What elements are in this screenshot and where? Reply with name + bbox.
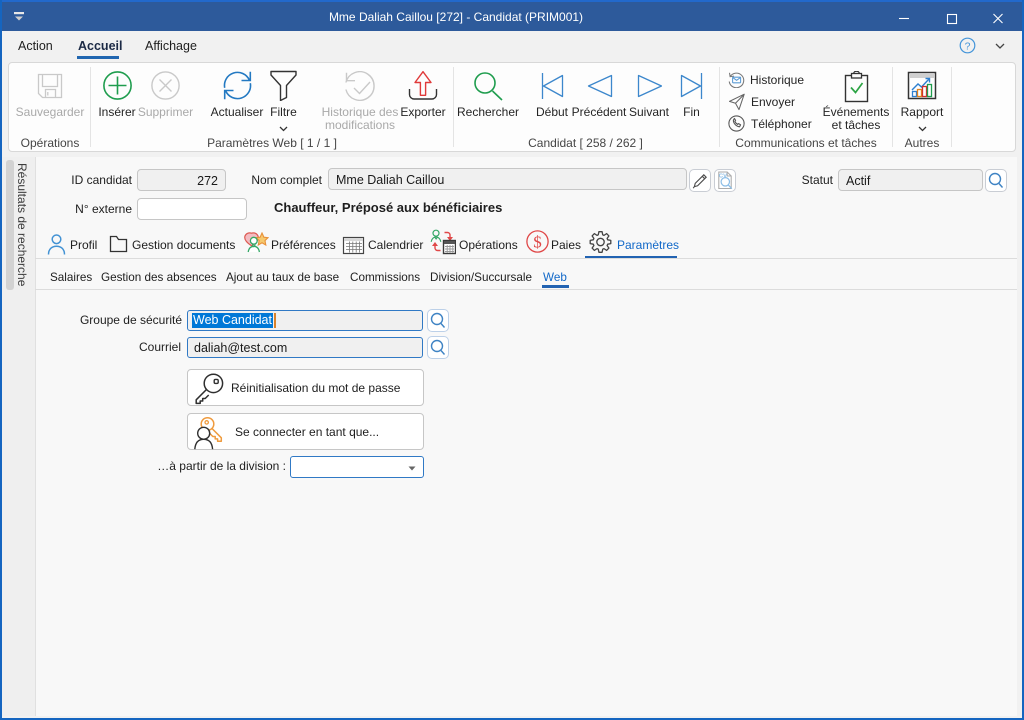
svg-text:$: $ [533, 233, 542, 252]
svg-text:?: ? [965, 41, 971, 53]
